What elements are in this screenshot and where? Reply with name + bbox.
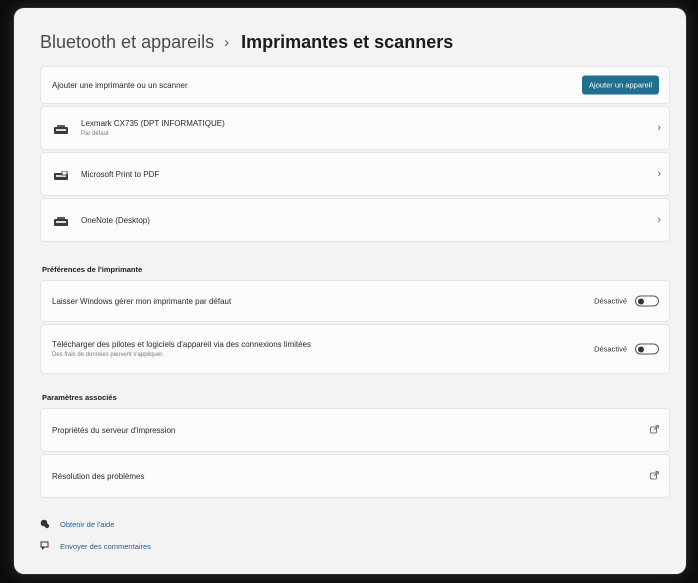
printer-row-pdf[interactable]: Microsoft Print to PDF › bbox=[40, 152, 670, 196]
printer-row-onenote[interactable]: OneNote (Desktop) › bbox=[40, 198, 670, 242]
get-help-label: Obtenir de l'aide bbox=[60, 519, 115, 529]
external-link-icon bbox=[650, 467, 659, 485]
toggle-state-label: Désactivé bbox=[594, 296, 627, 306]
help-icon bbox=[40, 519, 50, 529]
related-row-print-server[interactable]: Propriétés du serveur d'impression bbox=[40, 408, 670, 452]
related-row-troubleshoot[interactable]: Résolution des problèmes bbox=[40, 454, 670, 498]
pref-label: Télécharger des pilotes et logiciels d'a… bbox=[52, 340, 311, 349]
toggle-switch[interactable] bbox=[635, 343, 659, 355]
printer-row-lexmark[interactable]: Lexmark CX735 (DPT INFORMATIQUE) Par déf… bbox=[40, 106, 670, 150]
printer-pdf-icon bbox=[53, 169, 69, 180]
printer-default-badge: Par défaut bbox=[81, 131, 109, 137]
chevron-right-icon: › bbox=[657, 168, 661, 180]
pref-row-metered-download: Télécharger des pilotes et logiciels d'a… bbox=[40, 324, 670, 374]
page-title: Imprimantes et scanners bbox=[241, 31, 454, 52]
toggle-default-printer[interactable]: Désactivé bbox=[594, 295, 659, 307]
breadcrumb-separator: › bbox=[224, 33, 230, 51]
printer-name: OneNote (Desktop) bbox=[81, 215, 150, 225]
chevron-right-icon: › bbox=[657, 214, 661, 226]
chevron-right-icon: › bbox=[657, 122, 661, 134]
toggle-knob bbox=[638, 298, 644, 304]
send-feedback-link[interactable]: Envoyer des commentaires bbox=[40, 541, 151, 551]
printer-icon bbox=[53, 123, 69, 134]
toggle-metered-download[interactable]: Désactivé bbox=[594, 343, 659, 355]
toggle-switch[interactable] bbox=[635, 295, 659, 307]
printer-icon bbox=[53, 215, 69, 226]
breadcrumb: Bluetooth et appareils › Imprimantes et … bbox=[40, 28, 453, 56]
external-link-icon bbox=[650, 421, 659, 439]
related-label: Résolution des problèmes bbox=[52, 471, 145, 481]
send-feedback-label: Envoyer des commentaires bbox=[60, 541, 151, 551]
toggle-state-label: Désactivé bbox=[594, 344, 627, 354]
related-settings-heading: Paramètres associés bbox=[42, 393, 117, 402]
toggle-knob bbox=[638, 346, 644, 352]
related-label: Propriétés du serveur d'impression bbox=[52, 425, 176, 435]
breadcrumb-parent-link[interactable]: Bluetooth et appareils bbox=[40, 32, 214, 53]
add-device-button[interactable]: Ajouter un appareil bbox=[582, 75, 659, 95]
add-printer-label: Ajouter une imprimante ou un scanner bbox=[52, 80, 188, 90]
settings-window: Bluetooth et appareils › Imprimantes et … bbox=[14, 8, 686, 574]
pref-sub-label: Des frais de données peuvent s'appliquer… bbox=[52, 352, 164, 358]
feedback-icon bbox=[40, 541, 49, 550]
pref-row-default-printer: Laisser Windows gérer mon imprimante par… bbox=[40, 280, 670, 322]
printer-name: Microsoft Print to PDF bbox=[81, 169, 160, 179]
printer-preferences-heading: Préférences de l'imprimante bbox=[42, 265, 143, 274]
add-printer-row: Ajouter une imprimante ou un scanner Ajo… bbox=[40, 66, 670, 104]
printer-name: Lexmark CX735 (DPT INFORMATIQUE) bbox=[81, 119, 225, 128]
pref-label: Laisser Windows gérer mon imprimante par… bbox=[52, 296, 232, 306]
get-help-link[interactable]: Obtenir de l'aide bbox=[40, 519, 114, 529]
